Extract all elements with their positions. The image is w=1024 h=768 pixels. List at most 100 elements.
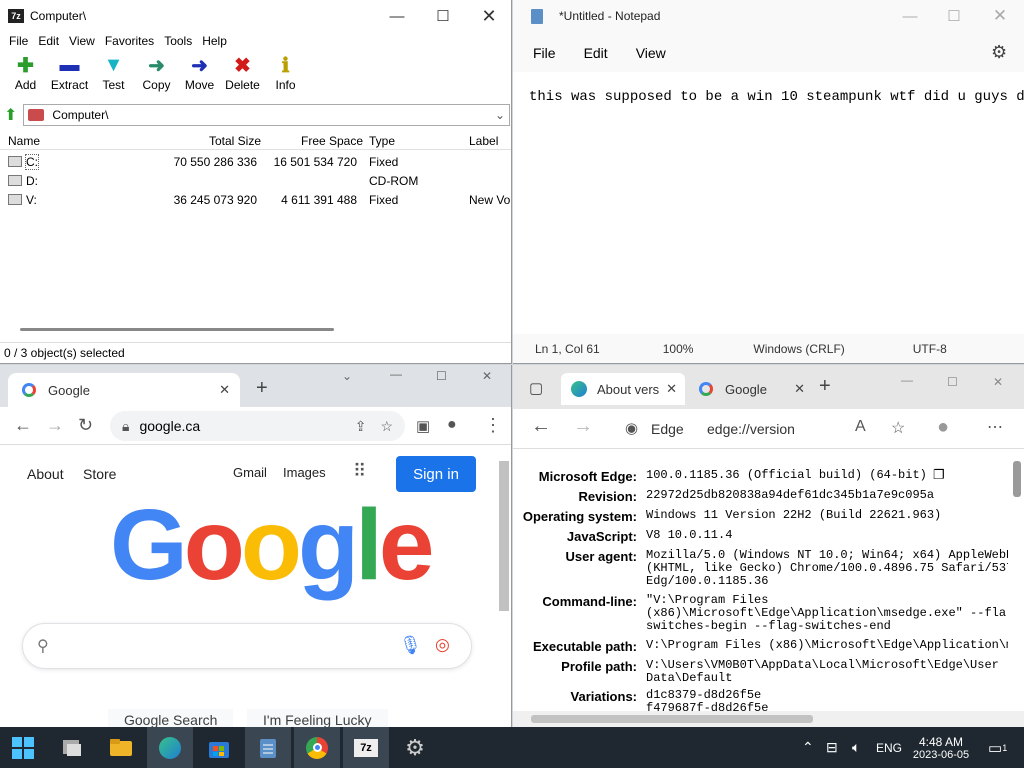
col-total-size[interactable]: Total Size [209, 134, 261, 148]
star-icon[interactable]: ☆ [380, 418, 393, 435]
tab-google[interactable]: Google ✕ [8, 373, 240, 407]
folder-icon[interactable] [98, 727, 144, 768]
tab-close-icon[interactable]: ✕ [666, 381, 677, 397]
forward-icon[interactable]: → [46, 415, 64, 436]
profile-icon[interactable]: ● [447, 416, 457, 434]
up-folder-icon[interactable]: ⬆ [4, 105, 17, 125]
feeling-lucky-button[interactable]: I'm Feeling Lucky [247, 709, 388, 727]
scroll-thumb[interactable] [531, 715, 813, 723]
col-label[interactable]: Label [469, 134, 498, 148]
profile-icon[interactable]: ● [937, 416, 949, 439]
read-aloud-icon[interactable]: A [855, 418, 866, 436]
search-input[interactable]: ⚲ 🎙︎ ◎ [22, 623, 472, 669]
close-button[interactable]: ✕ [977, 0, 1023, 32]
col-name[interactable]: Name [8, 134, 40, 148]
menu-favorites[interactable]: Favorites [100, 32, 159, 50]
camera-icon[interactable]: ◎ [435, 635, 450, 655]
copy-icon[interactable]: ❐ [933, 467, 945, 483]
minimize-button[interactable]: — [901, 373, 913, 387]
table-row[interactable]: V: 36 245 073 920 4 611 391 488 Fixed Ne… [0, 190, 511, 209]
menu-file[interactable]: File [4, 32, 33, 50]
volume-icon[interactable]: 🔈︎ [852, 727, 860, 768]
network-icon[interactable]: ⊟ [826, 727, 838, 768]
add-button[interactable]: ✚ Add [4, 52, 47, 100]
maximize-button[interactable]: ☐ [931, 0, 977, 32]
address-bar[interactable]: 🔒︎ google.ca ⇪ ☆ [110, 411, 405, 441]
chevron-down-icon[interactable]: ⌄ [342, 369, 352, 383]
menu-view[interactable]: View [64, 32, 100, 50]
table-row[interactable]: C: 70 550 286 336 16 501 534 720 Fixed [0, 152, 511, 171]
menu-file[interactable]: File [519, 36, 570, 70]
new-tab-icon[interactable]: + [256, 377, 268, 400]
about-link[interactable]: About [27, 466, 64, 482]
menu-help[interactable]: Help [197, 32, 232, 50]
tab-about-version[interactable]: About vers ✕ [561, 373, 685, 405]
minimize-button[interactable]: — [390, 367, 402, 381]
menu-edit[interactable]: Edit [33, 32, 64, 50]
close-button[interactable]: ✕ [993, 375, 1003, 389]
chevron-up-icon[interactable]: ⌃ [802, 727, 814, 768]
sign-in-button[interactable]: Sign in [396, 456, 476, 492]
text-editor[interactable]: this was supposed to be a win 10 steampu… [513, 72, 1024, 334]
maximize-button[interactable]: ☐ [947, 375, 958, 389]
info-button[interactable]: ℹ Info [264, 52, 307, 100]
menu-edit[interactable]: Edit [570, 36, 622, 70]
extract-button[interactable]: ▬ Extract [47, 52, 92, 100]
minimize-button[interactable]: — [374, 0, 420, 32]
notification-icon[interactable]: ▭ 1 [988, 727, 1007, 768]
side-panel-icon[interactable]: ▣ [416, 417, 430, 435]
favorites-icon[interactable]: ☆ [891, 418, 905, 438]
reload-icon[interactable]: ↻ [78, 415, 93, 436]
start-icon[interactable] [0, 727, 46, 768]
microphone-icon[interactable]: 🎙︎ [399, 635, 422, 656]
maximize-button[interactable]: ☐ [420, 0, 466, 32]
tab-actions-icon[interactable]: ▢ [529, 379, 543, 397]
table-row[interactable]: D: CD-ROM [0, 171, 511, 190]
forward-icon[interactable]: → [573, 415, 593, 438]
tab-google[interactable]: Google ✕ [689, 373, 813, 405]
notepad-icon[interactable] [245, 727, 291, 768]
vertical-scrollbar[interactable] [1013, 461, 1021, 497]
edge-window: ▢ About vers ✕ Google ✕ + — ☐ ✕ ← → ◉ Ed… [513, 365, 1024, 727]
store-icon[interactable] [196, 727, 242, 768]
settings-icon[interactable]: ⚙ [392, 727, 438, 768]
test-button[interactable]: ▼ Test [92, 52, 135, 100]
maximize-button[interactable]: ☐ [436, 369, 447, 383]
tab-close-icon[interactable]: ✕ [219, 382, 230, 398]
delete-button[interactable]: ✖ Delete [221, 52, 264, 100]
settings-icon[interactable]: ⚙ [991, 42, 1007, 63]
menu-icon[interactable]: ⋮ [484, 415, 502, 436]
file-explorer-icon[interactable] [49, 727, 95, 768]
images-link[interactable]: Images [283, 465, 326, 480]
col-free-space[interactable]: Free Space [301, 134, 363, 148]
gmail-link[interactable]: Gmail [233, 465, 267, 480]
edge-icon[interactable] [147, 727, 193, 768]
sevenzip-icon[interactable]: 7z [343, 727, 389, 768]
clock[interactable]: 4:48 AM 2023-06-05 [908, 727, 974, 768]
menu-tools[interactable]: Tools [159, 32, 197, 50]
horizontal-scrollbar[interactable] [513, 711, 1024, 727]
copy-button[interactable]: ➜ Copy [135, 52, 178, 100]
col-type[interactable]: Type [369, 134, 395, 148]
google-search-button[interactable]: Google Search [108, 709, 234, 727]
language-indicator[interactable]: ENG [876, 727, 902, 768]
menu-icon[interactable]: ⋯ [987, 417, 1003, 437]
move-button[interactable]: ➜ Move [178, 52, 221, 100]
close-button[interactable]: ✕ [482, 369, 492, 383]
chrome-icon[interactable] [294, 727, 340, 768]
apps-grid-icon[interactable]: ⠿ [353, 461, 366, 482]
back-icon[interactable]: ← [14, 415, 32, 436]
new-tab-icon[interactable]: + [819, 375, 831, 398]
menu-view[interactable]: View [622, 36, 680, 70]
back-icon[interactable]: ← [531, 415, 551, 438]
address-bar[interactable]: edge://version [707, 421, 795, 437]
share-icon[interactable]: ⇪ [355, 418, 367, 435]
vertical-scrollbar[interactable] [499, 461, 509, 611]
horizontal-scrollbar[interactable] [20, 328, 334, 331]
address-input[interactable]: Computer\ ⌄ [23, 104, 510, 126]
store-link[interactable]: Store [83, 466, 116, 482]
tab-close-icon[interactable]: ✕ [794, 381, 805, 397]
chevron-down-icon[interactable]: ⌄ [495, 108, 505, 122]
close-button[interactable]: ✕ [466, 0, 511, 32]
minimize-button[interactable]: — [887, 0, 933, 32]
